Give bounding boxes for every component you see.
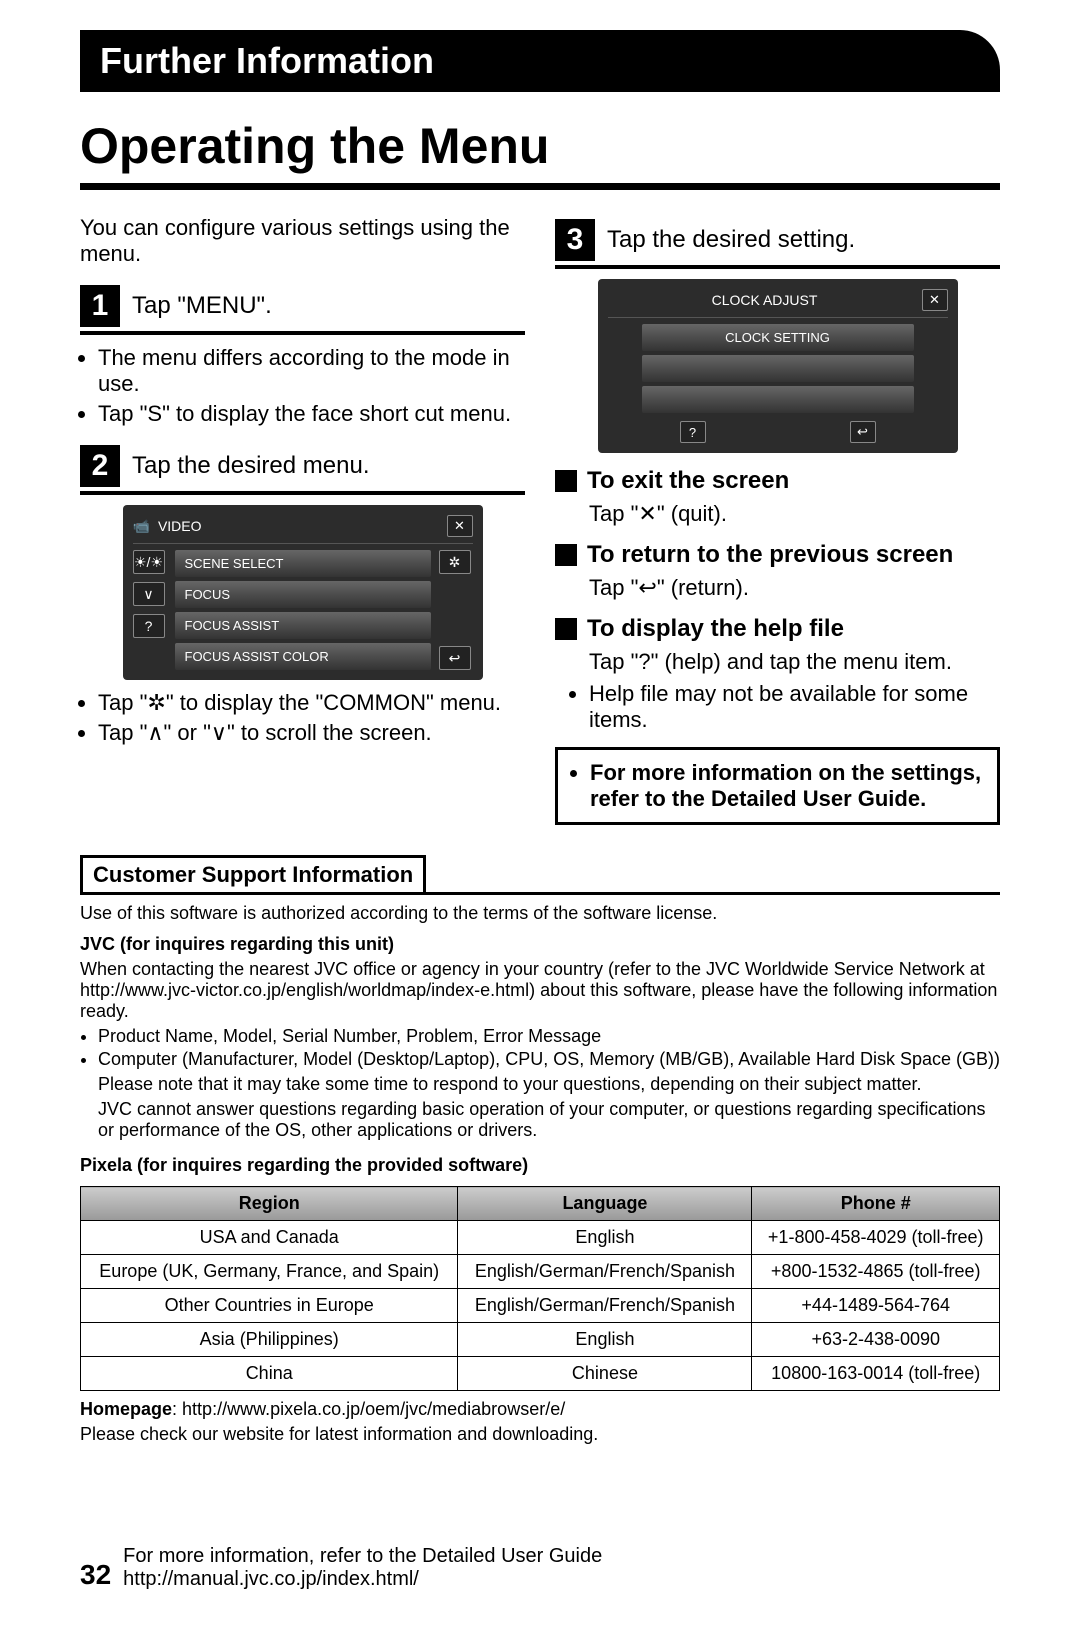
menu-item[interactable]: CLOCK SETTING: [642, 324, 914, 351]
step-2-bullet: Tap "✲" to display the "COMMON" menu.: [98, 690, 525, 716]
homepage-note: Please check our website for latest info…: [80, 1424, 1000, 1445]
subsection-title: To display the help file: [587, 615, 844, 643]
close-icon[interactable]: ✕: [922, 289, 948, 311]
table-cell: 10800-163-0014 (toll-free): [752, 1357, 1000, 1391]
subsection-title: To return to the previous screen: [587, 541, 953, 569]
table-cell: English/German/French/Spanish: [458, 1255, 752, 1289]
page-title: Operating the Menu: [80, 117, 1000, 190]
homepage-url: http://www.pixela.co.jp/oem/jvc/mediabro…: [182, 1399, 565, 1419]
subsection-help: To display the help file: [555, 615, 1000, 643]
subsection-detail: Tap "✕" (quit).: [589, 501, 1000, 527]
menu-item[interactable]: [642, 386, 914, 413]
support-header: Customer Support Information: [80, 855, 426, 892]
pixela-heading: Pixela (for inquires regarding the provi…: [80, 1155, 1000, 1176]
table-cell: USA and Canada: [81, 1221, 458, 1255]
screen-mockup-clock-adjust: CLOCK ADJUST ✕ CLOCK SETTING ? ↩: [598, 279, 958, 453]
table-row: USA and CanadaEnglish+1-800-458-4029 (to…: [81, 1221, 1000, 1255]
table-cell: Asia (Philippines): [81, 1323, 458, 1357]
jvc-list-item: Computer (Manufacturer, Model (Desktop/L…: [98, 1049, 1000, 1070]
help-icon[interactable]: ?: [680, 421, 706, 443]
table-cell: Chinese: [458, 1357, 752, 1391]
homepage-line: Homepage: http://www.pixela.co.jp/oem/jv…: [80, 1399, 1000, 1420]
step-2-header: 2 Tap the desired menu.: [80, 441, 525, 495]
jvc-list-item: Product Name, Model, Serial Number, Prob…: [98, 1026, 1000, 1047]
table-cell: +800-1532-4865 (toll-free): [752, 1255, 1000, 1289]
support-table: Region Language Phone # USA and CanadaEn…: [80, 1186, 1000, 1391]
subsection-detail: Tap "↩" (return).: [589, 575, 1000, 601]
step-2-text: Tap the desired menu.: [132, 452, 369, 480]
jvc-heading-sub: (for inquires regarding this unit): [120, 934, 394, 954]
square-bullet-icon: [555, 470, 577, 492]
note-text: For more information on the settings, re…: [590, 760, 983, 812]
table-header: Region: [81, 1187, 458, 1221]
common-icon[interactable]: ✲: [439, 550, 471, 574]
table-cell: China: [81, 1357, 458, 1391]
table-row: Asia (Philippines)English+63-2-438-0090: [81, 1323, 1000, 1357]
close-icon[interactable]: ✕: [447, 515, 473, 537]
jvc-contact: When contacting the nearest JVC office o…: [80, 959, 1000, 1022]
step-3-number: 3: [555, 219, 595, 261]
step-1-bullet: Tap "S" to display the face short cut me…: [98, 401, 525, 427]
step-2-number: 2: [80, 445, 120, 487]
note-box: For more information on the settings, re…: [555, 747, 1000, 825]
step-1-bullets: The menu differs according to the mode i…: [80, 345, 525, 427]
screen-title: CLOCK ADJUST: [608, 292, 922, 308]
subsection-title: To exit the screen: [587, 467, 789, 495]
page-number: 32: [80, 1559, 111, 1591]
step-3-header: 3 Tap the desired setting.: [555, 215, 1000, 269]
menu-item[interactable]: SCENE SELECT: [175, 550, 431, 577]
step-1-header: 1 Tap "MENU".: [80, 281, 525, 335]
footer-line: For more information, refer to the Detai…: [123, 1545, 602, 1568]
footer-url: http://manual.jvc.co.jp/index.html/: [123, 1568, 602, 1591]
intro-text: You can configure various settings using…: [80, 215, 525, 267]
step-3-text: Tap the desired setting.: [607, 226, 855, 254]
table-cell: +44-1489-564-764: [752, 1289, 1000, 1323]
return-icon[interactable]: ↩: [439, 646, 471, 670]
subsection-bullets: Help file may not be available for some …: [571, 681, 1000, 733]
page-footer: 32 For more information, refer to the De…: [80, 1545, 1000, 1591]
table-cell: English/German/French/Spanish: [458, 1289, 752, 1323]
section-header: Further Information: [80, 30, 1000, 92]
table-row: Europe (UK, Germany, France, and Spain)E…: [81, 1255, 1000, 1289]
table-header: Language: [458, 1187, 752, 1221]
return-icon[interactable]: ↩: [850, 421, 876, 443]
step-2-bullet: Tap "∧" or "∨" to scroll the screen.: [98, 720, 525, 746]
step-2-bullets: Tap "✲" to display the "COMMON" menu. Ta…: [80, 690, 525, 746]
square-bullet-icon: [555, 544, 577, 566]
square-bullet-icon: [555, 618, 577, 640]
video-icon: 📹: [133, 518, 150, 535]
table-cell: +1-800-458-4029 (toll-free): [752, 1221, 1000, 1255]
help-icon[interactable]: ?: [133, 614, 165, 638]
subsection-bullet: Help file may not be available for some …: [589, 681, 1000, 733]
screen-title: VIDEO: [150, 518, 447, 534]
jvc-list: Product Name, Model, Serial Number, Prob…: [80, 1026, 1000, 1070]
chevron-down-icon[interactable]: ∨: [133, 582, 165, 606]
step-1-bullet: The menu differs according to the mode i…: [98, 345, 525, 397]
jvc-note: Please note that it may take some time t…: [80, 1074, 1000, 1095]
step-1-number: 1: [80, 285, 120, 327]
menu-item[interactable]: FOCUS ASSIST COLOR: [175, 643, 431, 670]
table-row: Other Countries in EuropeEnglish/German/…: [81, 1289, 1000, 1323]
table-cell: Europe (UK, Germany, France, and Spain): [81, 1255, 458, 1289]
table-cell: English: [458, 1323, 752, 1357]
screen-mockup-video-menu: 📹 VIDEO ✕ ☀/☀ ∨ ? SCENE SELECT FOCUS FOC…: [123, 505, 483, 680]
menu-item[interactable]: FOCUS: [175, 581, 431, 608]
table-row: ChinaChinese10800-163-0014 (toll-free): [81, 1357, 1000, 1391]
subsection-detail: Tap "?" (help) and tap the menu item.: [589, 649, 1000, 675]
table-cell: English: [458, 1221, 752, 1255]
menu-item[interactable]: [642, 355, 914, 382]
subsection-exit: To exit the screen: [555, 467, 1000, 495]
table-cell: Other Countries in Europe: [81, 1289, 458, 1323]
table-cell: +63-2-438-0090: [752, 1323, 1000, 1357]
jvc-note: JVC cannot answer questions regarding ba…: [80, 1099, 1000, 1141]
step-1-text: Tap "MENU".: [132, 292, 272, 320]
homepage-label: Homepage: [80, 1399, 172, 1419]
subsection-return: To return to the previous screen: [555, 541, 1000, 569]
light-icon[interactable]: ☀/☀: [133, 550, 165, 574]
jvc-heading: JVC: [80, 934, 115, 954]
table-header: Phone #: [752, 1187, 1000, 1221]
menu-item[interactable]: FOCUS ASSIST: [175, 612, 431, 639]
license-text: Use of this software is authorized accor…: [80, 903, 1000, 924]
